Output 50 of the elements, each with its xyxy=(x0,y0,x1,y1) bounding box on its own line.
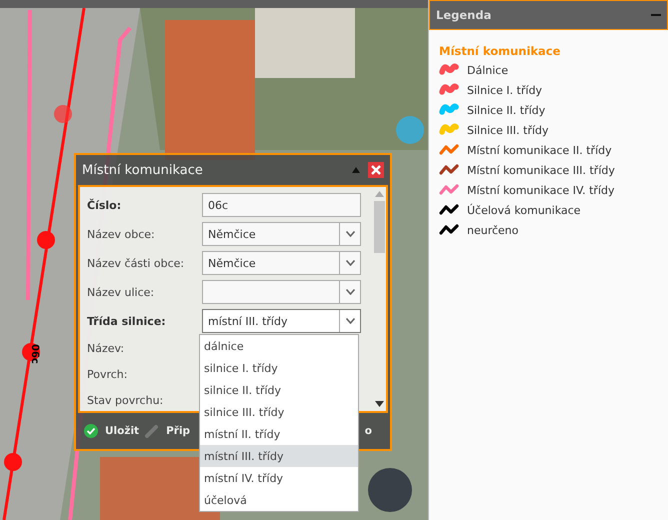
legend-label: Místní komunikace IV. třídy xyxy=(467,184,614,196)
minimize-icon[interactable] xyxy=(651,13,661,17)
attach-button[interactable]: Přip xyxy=(145,424,190,438)
dialog-title: Místní komunikace xyxy=(82,162,204,178)
legend-label: Účelová komunikace xyxy=(467,204,581,216)
dropdown-field[interactable] xyxy=(202,280,361,304)
field-label: Název: xyxy=(87,342,126,355)
field-label: Stav povrchu: xyxy=(87,394,164,407)
dropdown-option[interactable]: místní II. třídy xyxy=(200,423,358,445)
field-label: Číslo: xyxy=(87,198,122,212)
pencil-icon xyxy=(145,424,160,438)
legend-label: Místní komunikace III. třídy xyxy=(467,164,615,176)
legend-label: Silnice I. třídy xyxy=(467,84,542,96)
dropdown-option[interactable]: silnice III. třídy xyxy=(200,401,358,423)
field-label: Název obce: xyxy=(87,228,156,240)
input-field[interactable]: 06c xyxy=(202,193,361,217)
scroll-down-icon[interactable] xyxy=(375,401,384,407)
dropdown-field[interactable]: Němčice xyxy=(202,251,361,275)
dropdown-option[interactable]: silnice I. třídy xyxy=(200,357,358,379)
dropdown-field[interactable]: Němčice xyxy=(202,222,361,246)
close-icon xyxy=(371,165,381,175)
dropdown-option[interactable]: dálnice xyxy=(200,335,358,357)
legend-label: neurčeno xyxy=(467,224,519,236)
save-button[interactable]: Uložit xyxy=(84,424,140,438)
chevron-down-icon xyxy=(346,289,354,295)
dropdown-field[interactable]: místní III. třídy xyxy=(202,309,361,333)
field-label: Název ulice: xyxy=(87,286,156,298)
dropdown-option[interactable]: silnice II. třídy xyxy=(200,379,358,401)
footer-button[interactable]: o xyxy=(364,425,372,437)
legend-label: Silnice II. třídy xyxy=(467,104,546,116)
field-label: Název části obce: xyxy=(87,256,186,270)
dropdown-option[interactable]: místní IV. třídy xyxy=(200,467,358,489)
scrollbar-thumb[interactable] xyxy=(374,201,385,253)
field-label: Třída silnice: xyxy=(87,314,167,328)
chevron-down-icon xyxy=(346,318,354,324)
scroll-up-icon[interactable] xyxy=(375,191,384,197)
chevron-down-icon xyxy=(346,260,354,266)
collapse-icon[interactable] xyxy=(352,167,360,173)
chevron-down-icon xyxy=(346,231,354,237)
close-button[interactable] xyxy=(368,162,384,178)
legend-label: Silnice III. třídy xyxy=(467,124,549,136)
panel-title: Legenda xyxy=(436,8,492,22)
field-label: Povrch: xyxy=(87,368,128,381)
dropdown-option[interactable]: místní III. třídy xyxy=(200,445,358,467)
checkmark-icon xyxy=(84,424,98,438)
legend-label: Místní komunikace II. třídy xyxy=(467,144,612,156)
legend-group-title: Místní komunikace xyxy=(439,44,560,58)
dropdown-option[interactable]: účelová xyxy=(200,489,358,511)
road-label: 06c xyxy=(29,344,40,364)
legend-label: Dálnice xyxy=(467,64,508,76)
